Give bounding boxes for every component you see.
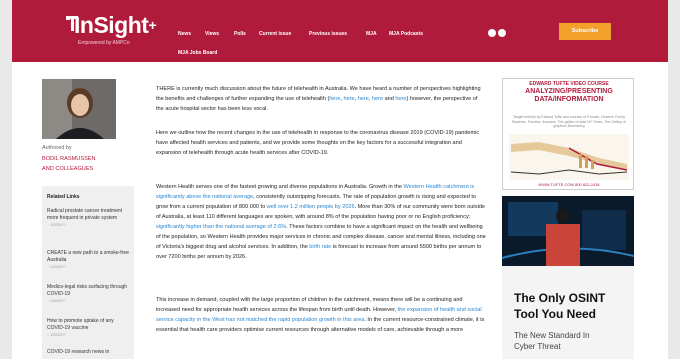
nav-mja[interactable]: MJA [366,31,377,37]
article-inline-link[interactable]: well over 1.2 million people by 2026 [267,204,355,210]
logo-plus: + [148,17,157,33]
related-link[interactable]: Medico-legal risks surfacing through COV… [47,284,129,305]
related-link[interactable]: CREATE a new path to a smoke-free Austra… [47,250,129,271]
subscribe-button[interactable]: Subscribe [559,23,611,40]
related-link[interactable]: How to promote uptake of any COVID-19 va… [47,318,129,339]
osint-tool-ad[interactable]: The Only OSINT Tool You Need The New Sta… [502,266,634,359]
nav-mja-jobs-board[interactable]: MJA Jobs Board [178,50,217,56]
ad-heading: ANALYZING/PRESENTING DATA/INFORMATION [503,88,635,104]
article-inline-link[interactable]: birth rate [309,244,331,250]
ad-description: Taught entirely by Edward Tufte and cour… [511,115,626,128]
article-paragraph: Western Health serves one of the fastest… [156,182,486,262]
article-inline-link[interactable]: here [372,96,383,102]
nav-previous-issues[interactable]: Previous issues [309,31,347,37]
article-inline-link[interactable]: here [344,96,355,102]
osint-ad-title-line: Tool You Need [514,307,597,321]
nav-mja-podcasts[interactable]: MJA Podcasts [389,31,423,37]
article-inline-link[interactable]: here [358,96,369,102]
related-link-title: How to promote uptake of any COVID-19 va… [47,318,114,331]
ad-heading-line: ANALYZING/PRESENTING [525,88,613,95]
article-paragraph: Here we outline how the recent changes i… [156,128,486,158]
ad-heading: EDWARD TUFTE VIDEO COURSE [529,81,609,87]
cyber-image-ad[interactable] [502,196,634,266]
related-link-title: Radical prostate cancer treatment more f… [47,208,123,221]
related-links-panel: Related Links Radical prostate cancer tr… [42,186,134,359]
social-icon[interactable] [488,29,496,37]
social-icon[interactable] [498,29,506,37]
related-links-title: Related Links [47,194,80,200]
related-link[interactable]: COVID-19 research news in [47,349,129,356]
related-link-date: ·· 1/2020/?? [47,223,66,227]
author-name[interactable]: BODIL RASMUSSEN AND COLLEAGUES [42,154,132,174]
ad-heading-line: DATA/INFORMATION [534,96,604,103]
ad-illustration [509,134,629,180]
osint-ad-title: The Only OSINT Tool You Need [514,290,605,322]
related-link-date: ·· 1/2020/?? [47,333,66,337]
article-text: and [383,96,396,102]
osint-ad-subtitle-line: Cyber Threat [514,342,561,351]
article-inline-link[interactable]: here [329,96,340,102]
article-text: Western Health serves one of the fastest… [156,184,404,190]
author-portrait-image [42,79,116,139]
article-inline-link[interactable]: here [395,96,406,102]
author-name-line1: BODIL RASMUSSEN [42,156,96,162]
logo-tagline: Empowered by AMPCo [78,40,130,46]
related-link-date: ·· 1/2020/?? [47,299,66,303]
article-paragraph: This increase in demand, coupled with th… [156,295,486,335]
related-link-title: CREATE a new path to a smoke-free Austra… [47,250,129,263]
article-text: Here we outline how the recent changes i… [156,130,480,156]
nav-views[interactable]: Views [205,31,219,37]
article-paragraph: THERE is currently much discussion about… [156,84,486,114]
nav-polls[interactable]: Polls [234,31,246,37]
related-link-title: Medico-legal risks surfacing through COV… [47,284,128,297]
related-link-title: COVID-19 research news in [47,349,110,355]
related-link-date: ·· 1/2020/?? [47,265,66,269]
osint-ad-subtitle-line: The New Standard In [514,331,590,340]
authored-by-label: Authored by [42,145,72,151]
osint-ad-subtitle: The New Standard In Cyber Threat [514,330,590,352]
nav-news[interactable]: News [178,31,191,37]
author-photo [42,79,116,139]
osint-ad-title-line: The Only OSINT [514,291,606,305]
cyber-ad-image [502,196,634,266]
site-header: InSight+ Empowered by AMPCo News Views P… [12,0,668,62]
tufte-course-ad[interactable]: EDWARD TUFTE VIDEO COURSE ANALYZING/PRES… [502,78,634,190]
insight-logo[interactable]: InSight+ Empowered by AMPCo [66,12,162,50]
author-name-line2: AND COLLEAGUES [42,166,94,172]
logo-wordmark: InSight+ [74,12,157,38]
related-link[interactable]: Radical prostate cancer treatment more f… [47,208,129,229]
article-inline-link[interactable]: significantly higher than the national a… [156,224,286,230]
ad-footer: WWW.TUFTE.COM 800 822-2434 [538,182,600,187]
nav-current-issue[interactable]: Current issue [259,31,291,37]
